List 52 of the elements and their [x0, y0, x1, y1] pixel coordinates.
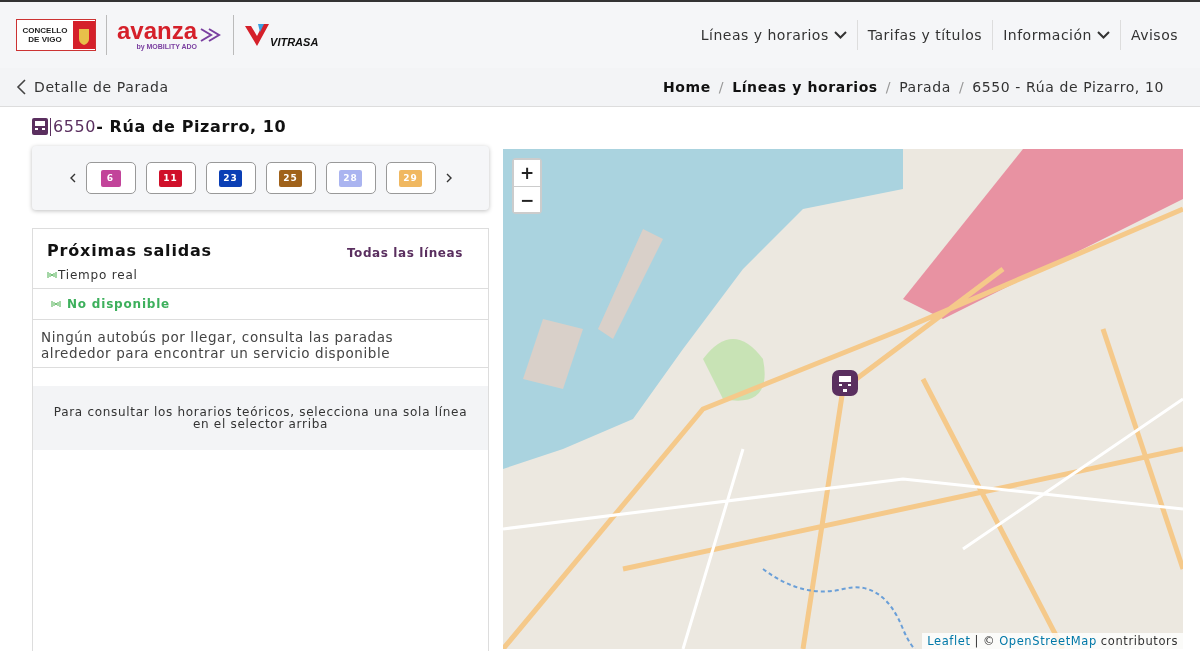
vitrasa-logo[interactable]: VITRASA	[244, 22, 319, 48]
line-chip[interactable]: 23	[205, 162, 256, 194]
avanza-logo-text: avanza	[117, 19, 198, 43]
breadcrumb-item[interactable]: Home	[663, 79, 711, 95]
chevron-left-icon[interactable]	[69, 173, 76, 183]
chevron-right-icon[interactable]	[445, 173, 452, 183]
line-number-badge: 6	[100, 169, 121, 187]
signal-icon	[51, 301, 61, 307]
line-number-badge: 23	[219, 169, 242, 187]
nav-menu-item[interactable]: Información	[993, 27, 1120, 43]
back-link[interactable]: Detalle de Parada	[16, 79, 169, 95]
chevron-left-icon	[16, 79, 26, 95]
coat-of-arms-icon	[73, 20, 95, 50]
status-text: No disponible	[67, 297, 171, 311]
nav-menu-item[interactable]: Líneas y horarios	[690, 27, 857, 43]
breadcrumb-separator: /	[885, 79, 892, 95]
line-chip[interactable]: 6	[85, 162, 136, 194]
copyright-symbol: ©	[983, 634, 996, 648]
breadcrumb-separator: /	[718, 79, 725, 95]
bus-stop-icon	[32, 118, 48, 135]
breadcrumb-item: Parada	[899, 79, 951, 95]
stop-name: - Rúa de Pizarro, 10	[96, 117, 287, 136]
all-lines-link[interactable]: Todas las líneas	[346, 245, 463, 260]
stop-code: 6550	[53, 117, 97, 136]
line-chip[interactable]: 25	[265, 162, 316, 194]
leaflet-link[interactable]: Leaflet	[927, 634, 971, 648]
bus-stop-marker-icon[interactable]	[832, 370, 858, 396]
breadcrumb-item[interactable]: Líneas y horarios	[732, 79, 878, 95]
v-mark-icon	[244, 22, 271, 48]
breadcrumb-separator: /	[958, 79, 965, 95]
line-number-badge: 28	[339, 169, 362, 187]
openstreetmap-link[interactable]: OpenStreetMap	[999, 634, 1097, 648]
realtime-label: Tiempo real	[58, 268, 138, 282]
line-number-badge: 11	[159, 169, 182, 187]
line-number-badge: 25	[279, 169, 302, 187]
line-chip[interactable]: 11	[145, 162, 196, 194]
signal-icon	[47, 272, 57, 278]
zoom-out-button[interactable]: −	[514, 186, 540, 212]
attribution-text: contributors	[1100, 634, 1178, 648]
attribution-separator: |	[974, 634, 979, 648]
no-bus-message: Ningún autobús por llegar, consulta las paradas alrededor para encontrar un servicio disponible	[33, 320, 488, 368]
vitrasa-logo-text: VITRASA	[270, 36, 319, 48]
line-number-badge: 29	[399, 169, 422, 187]
chevron-down-icon	[833, 31, 847, 39]
breadcrumb-item: 6550 - Rúa de Pizarro, 10	[972, 79, 1164, 95]
departures-title: Próximas salidas	[47, 241, 212, 260]
chevron-down-icon	[1096, 31, 1110, 39]
concello-logo-text: CONCELLO DE VIGO	[21, 26, 69, 44]
schedule-hint-text: Para consultar los horarios teóricos, selecciona una sola línea en el selector arriba	[53, 405, 468, 431]
nav-menu-item[interactable]: Tarifas y títulos	[857, 27, 993, 43]
nav-menu-item[interactable]: Avisos	[1120, 27, 1188, 43]
concello-logo[interactable]: CONCELLO DE VIGO	[16, 19, 96, 51]
